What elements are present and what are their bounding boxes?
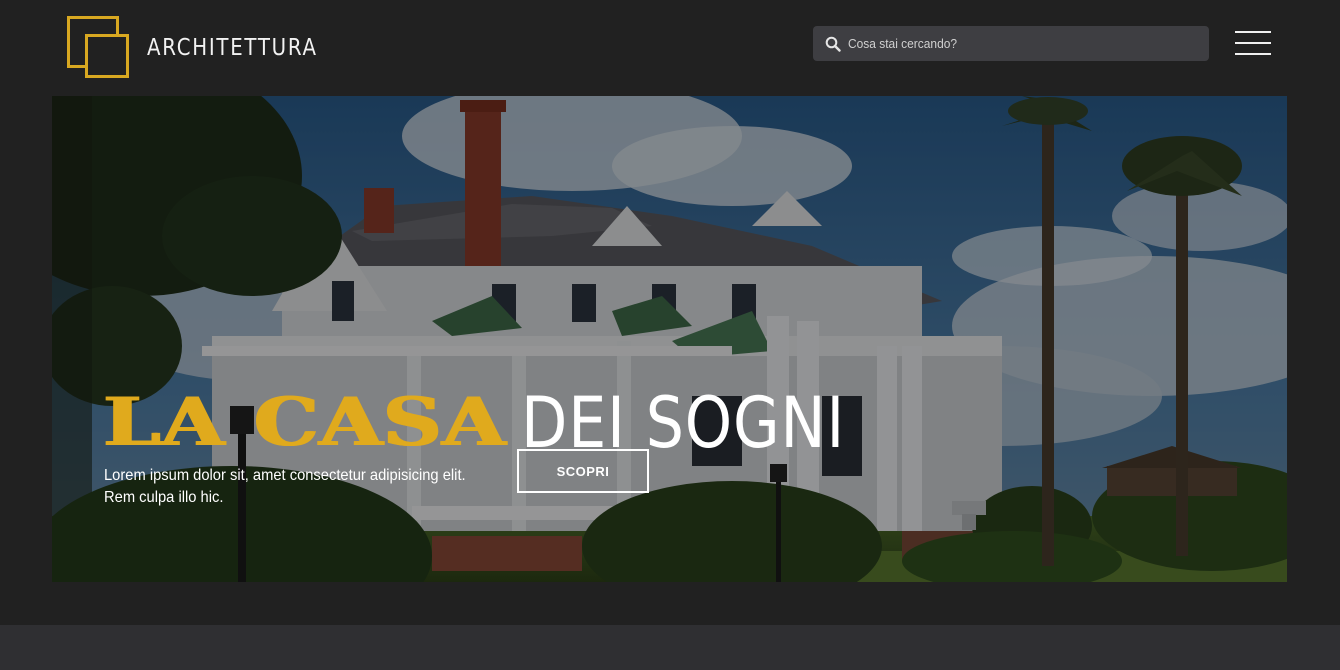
logo-text: ARCHITETTURA <box>147 35 318 61</box>
hero-title: LA CASA DEI SOGNI <box>103 382 897 463</box>
hamburger-menu-icon[interactable] <box>1235 31 1271 55</box>
hero-overlay <box>52 96 1287 582</box>
scopri-button[interactable]: SCOPRI <box>517 449 649 493</box>
site-header: ARCHITETTURA <box>0 0 1340 96</box>
search-bar[interactable] <box>813 26 1209 61</box>
search-icon <box>825 36 841 52</box>
search-input[interactable] <box>848 28 1161 59</box>
page: ARCHITETTURA Cosa stai cercando? LA CASA… <box>0 0 1340 670</box>
hero-banner: LA CASA DEI SOGNI Lorem ipsum dolor sit, … <box>52 96 1287 582</box>
logo-icon <box>67 16 131 80</box>
hero-description: Lorem ipsum dolor sit, amet consectetur … <box>104 467 466 506</box>
hero-title-accent: LA CASA <box>103 382 506 462</box>
logo-link[interactable]: ARCHITETTURA <box>67 15 337 81</box>
next-section <box>0 625 1340 670</box>
